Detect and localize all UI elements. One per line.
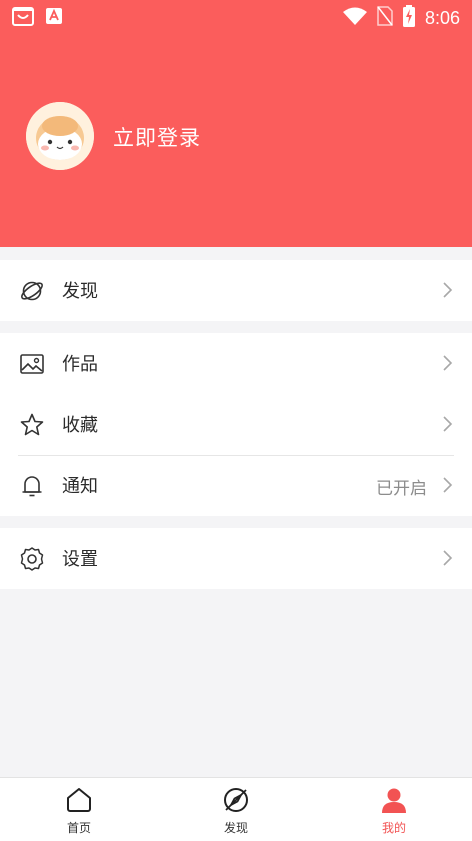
home-icon: [65, 786, 93, 814]
tab-label: 首页: [66, 821, 91, 835]
tab-mine[interactable]: 我的: [353, 778, 433, 841]
chevron-right-icon: [442, 353, 454, 373]
menu-item-label: 作品: [62, 354, 98, 375]
star-icon: [19, 412, 45, 438]
discover-card: 发现: [0, 260, 472, 321]
user-icon: [380, 786, 408, 814]
no-sim-icon: [377, 6, 393, 30]
menu-item-label: 通知: [62, 476, 98, 497]
bell-icon: [19, 473, 45, 499]
a-app-icon: [46, 8, 62, 28]
chevron-right-icon: [442, 475, 454, 495]
battery-charging-icon: [402, 5, 415, 31]
compass-icon: [222, 786, 250, 814]
avatar[interactable]: [26, 102, 94, 170]
profile-header: 8:06 立即登录: [0, 0, 472, 247]
bottom-tab-bar: 首页 发现 我的: [0, 777, 472, 841]
settings-card: 设置: [0, 528, 472, 589]
menu-item-label: 收藏: [62, 415, 98, 436]
notification-status: 已开启: [376, 479, 427, 499]
tab-label: 我的: [381, 821, 406, 835]
image-icon: [19, 351, 45, 377]
menu-item-label: 设置: [62, 549, 98, 570]
status-bar: 8:06: [0, 0, 472, 34]
wifi-icon: [342, 7, 367, 29]
gear-icon: [19, 546, 45, 572]
menu-item-discover[interactable]: 发现: [0, 260, 472, 321]
tab-home[interactable]: 首页: [38, 778, 118, 841]
menu-item-label: 发现: [62, 281, 98, 302]
chevron-right-icon: [442, 414, 454, 434]
tab-discover[interactable]: 发现: [195, 778, 275, 841]
menu-item-notifications[interactable]: 通知 已开启: [0, 455, 472, 516]
avatar-image: [26, 102, 94, 170]
menu-item-favorites[interactable]: 收藏: [0, 394, 472, 455]
tab-label: 发现: [223, 821, 248, 835]
shopping-app-icon: [12, 6, 34, 30]
login-link[interactable]: 立即登录: [113, 122, 201, 152]
chevron-right-icon: [442, 548, 454, 568]
status-time: 8:06: [424, 7, 460, 28]
planet-icon: [19, 278, 45, 304]
chevron-right-icon: [442, 280, 454, 300]
menu-item-settings[interactable]: 设置: [0, 528, 472, 589]
menu-item-works[interactable]: 作品: [0, 333, 472, 394]
content-card: 作品 收藏 通知 已开启: [0, 333, 472, 516]
